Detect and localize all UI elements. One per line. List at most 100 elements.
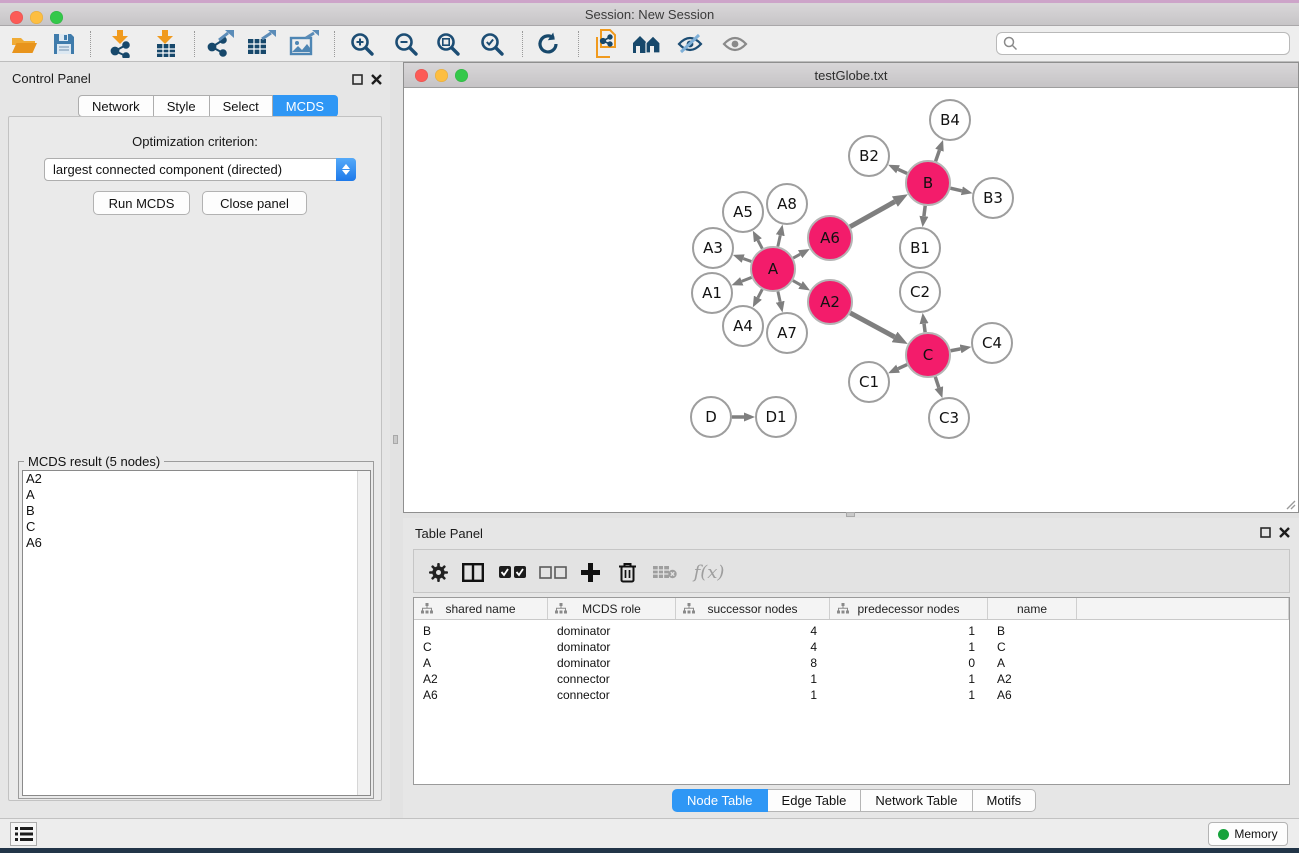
node-B3[interactable]: B3: [973, 178, 1013, 218]
network-maximize-traffic-light[interactable]: [455, 69, 468, 82]
add-column-icon[interactable]: [575, 557, 605, 587]
column-header-successor-nodes[interactable]: successor nodes: [676, 598, 830, 619]
task-history-button[interactable]: [10, 822, 37, 846]
edge-C-C2[interactable]: [924, 324, 925, 332]
export-network-icon[interactable]: [202, 29, 238, 59]
result-item[interactable]: B: [23, 503, 370, 519]
save-session-icon[interactable]: [46, 29, 82, 59]
divider-handle[interactable]: [846, 512, 855, 517]
table-row[interactable]: Adominator80A: [414, 656, 1289, 672]
column-header-name[interactable]: name: [988, 598, 1077, 619]
result-item[interactable]: C: [23, 519, 370, 535]
zoom-fit-icon[interactable]: [430, 29, 466, 59]
node-A5[interactable]: A5: [723, 192, 763, 232]
edge-A-A3[interactable]: [743, 259, 751, 262]
node-table[interactable]: shared nameMCDS rolesuccessor nodesprede…: [413, 597, 1290, 785]
table-settings-icon[interactable]: [423, 557, 453, 587]
hide-selected-icon[interactable]: [672, 29, 708, 59]
close-panel-icon[interactable]: [369, 72, 383, 86]
edge-A-A4[interactable]: [758, 289, 762, 297]
open-file-icon[interactable]: [6, 29, 42, 59]
network-window-titlebar[interactable]: testGlobe.txt: [404, 63, 1298, 88]
edge-C-C3[interactable]: [935, 377, 939, 388]
node-B[interactable]: B: [906, 161, 950, 205]
divider-handle[interactable]: [393, 435, 398, 444]
node-A8[interactable]: A8: [767, 184, 807, 224]
node-A7[interactable]: A7: [767, 313, 807, 353]
first-neighbors-icon[interactable]: [629, 29, 665, 59]
table-row[interactable]: Bdominator41B: [414, 624, 1289, 640]
node-C1[interactable]: C1: [849, 362, 889, 402]
edge-A-A8[interactable]: [778, 235, 780, 246]
node-A[interactable]: A: [751, 247, 795, 291]
edge-A2-C[interactable]: [850, 313, 894, 337]
copy-network-icon[interactable]: [588, 29, 624, 59]
zoom-out-icon[interactable]: [388, 29, 424, 59]
node-B2[interactable]: B2: [849, 136, 889, 176]
float-table-panel-icon[interactable]: [1258, 525, 1272, 539]
edge-B-B3[interactable]: [950, 188, 961, 191]
node-A6[interactable]: A6: [808, 216, 852, 260]
edge-A6-B[interactable]: [850, 202, 895, 227]
node-C[interactable]: C: [906, 333, 950, 377]
edge-B-B2[interactable]: [898, 169, 907, 173]
select-all-checkboxes-icon[interactable]: [498, 557, 528, 587]
close-panel-button[interactable]: Close panel: [202, 191, 307, 215]
node-A2[interactable]: A2: [808, 280, 852, 324]
column-header-predecessor-nodes[interactable]: predecessor nodes: [830, 598, 988, 619]
network-canvas[interactable]: AA1A2A3A4A5A6A7A8BB1B2B3B4CC1C2C3C4DD1: [404, 88, 1298, 512]
network-minimize-traffic-light[interactable]: [435, 69, 448, 82]
node-A1[interactable]: A1: [692, 273, 732, 313]
edge-A-A7[interactable]: [778, 291, 780, 301]
network-view-window[interactable]: testGlobe.txt AA1A2A3A4A5A6A7A8BB1B2B3B4…: [403, 62, 1299, 513]
network-close-traffic-light[interactable]: [415, 69, 428, 82]
tab-mcds[interactable]: MCDS: [273, 95, 338, 117]
delete-table-icon[interactable]: [650, 557, 680, 587]
criterion-select[interactable]: largest connected component (directed): [44, 158, 356, 181]
function-builder-icon[interactable]: f(x): [688, 557, 730, 587]
network-graph[interactable]: AA1A2A3A4A5A6A7A8BB1B2B3B4CC1C2C3C4DD1: [404, 88, 1298, 512]
tab-select[interactable]: Select: [210, 95, 273, 117]
tab-network-table[interactable]: Network Table: [861, 789, 972, 812]
resize-grip-icon[interactable]: [1284, 498, 1296, 510]
tab-style[interactable]: Style: [154, 95, 210, 117]
node-C2[interactable]: C2: [900, 272, 940, 312]
table-row[interactable]: A2connector11A2: [414, 672, 1289, 688]
import-table-icon[interactable]: [148, 29, 184, 59]
float-panel-icon[interactable]: [350, 72, 364, 86]
window-titlebar[interactable]: Session: New Session: [0, 3, 1299, 26]
table-row[interactable]: A6connector11A6: [414, 688, 1289, 704]
close-table-panel-icon[interactable]: [1277, 525, 1291, 539]
node-A3[interactable]: A3: [693, 228, 733, 268]
tab-edge-table[interactable]: Edge Table: [768, 789, 862, 812]
search-input[interactable]: [1018, 37, 1283, 51]
tab-network[interactable]: Network: [78, 95, 154, 117]
run-mcds-button[interactable]: Run MCDS: [93, 191, 190, 215]
tab-node-table[interactable]: Node Table: [672, 789, 768, 812]
column-header-shared-name[interactable]: shared name: [414, 598, 548, 619]
memory-button[interactable]: Memory: [1208, 822, 1288, 846]
delete-column-icon[interactable]: [612, 557, 642, 587]
vertical-split-divider[interactable]: [390, 62, 403, 818]
result-item[interactable]: A2: [23, 471, 370, 487]
edge-A-A1[interactable]: [742, 277, 752, 281]
table-row[interactable]: Cdominator41C: [414, 640, 1289, 656]
show-columns-icon[interactable]: [458, 557, 488, 587]
node-C4[interactable]: C4: [972, 323, 1012, 363]
import-network-icon[interactable]: [103, 29, 139, 59]
zoom-in-icon[interactable]: [344, 29, 380, 59]
result-item[interactable]: A6: [23, 535, 370, 551]
edge-C-C1[interactable]: [898, 365, 907, 369]
maximize-traffic-light[interactable]: [50, 11, 63, 24]
node-C3[interactable]: C3: [929, 398, 969, 438]
show-hidden-icon[interactable]: [717, 29, 753, 59]
tab-motifs[interactable]: Motifs: [973, 789, 1037, 812]
refresh-icon[interactable]: [530, 29, 566, 59]
edge-A-A5[interactable]: [758, 240, 762, 248]
edge-A-A6[interactable]: [793, 254, 800, 258]
mcds-result-list[interactable]: A2ABCA6: [22, 470, 371, 796]
edge-B-B4[interactable]: [936, 150, 940, 161]
deselect-all-checkboxes-icon[interactable]: [538, 557, 568, 587]
node-A4[interactable]: A4: [723, 306, 763, 346]
column-header-MCDS-role[interactable]: MCDS role: [548, 598, 676, 619]
